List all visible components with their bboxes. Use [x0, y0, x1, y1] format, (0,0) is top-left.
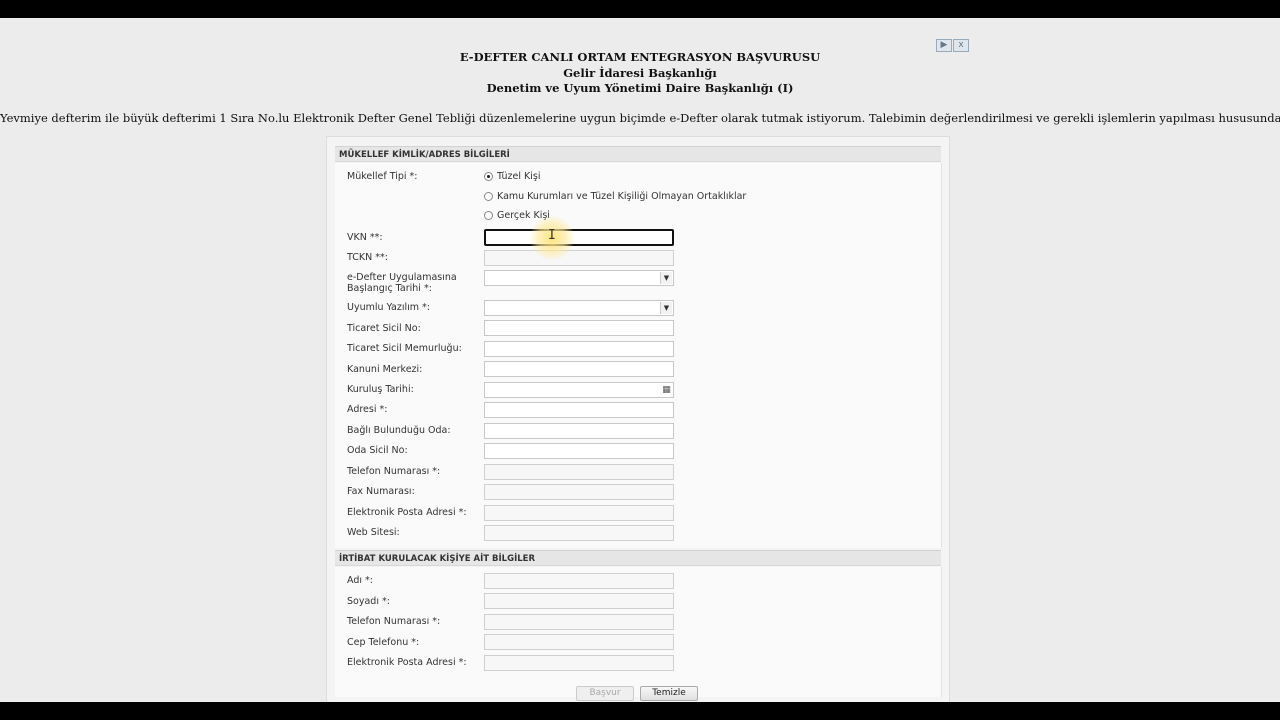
page-header: E-DEFTER CANLI ORTAM ENTEGRASYON BAŞVURU… — [0, 50, 1280, 97]
contact-name-label: Adı *: — [347, 575, 373, 586]
chevron-down-icon: ▼ — [660, 272, 672, 284]
apply-button[interactable]: Başvur — [576, 686, 634, 701]
website-input[interactable] — [484, 525, 674, 541]
vkn-label: VKN **: — [347, 232, 383, 243]
institution-name: Gelir İdaresi Başkanlığı — [563, 65, 717, 80]
phone-input[interactable] — [484, 464, 674, 480]
calendar-icon[interactable]: ▦ — [661, 384, 672, 396]
vkn-input[interactable] — [484, 229, 674, 246]
section-title-taxpayer: MÜKELLEF KİMLİK/ADRES BİLGİLERİ — [335, 146, 941, 162]
phone-label: Telefon Numarası *: — [347, 466, 441, 477]
application-form: MÜKELLEF KİMLİK/ADRES BİLGİLERİ Mükellef… — [326, 136, 950, 702]
start-date-label: e-Defter Uygulamasına Başlangıç Tarihi *… — [347, 272, 457, 294]
address-label: Adresi *: — [347, 404, 388, 415]
radio-unselected-icon — [484, 211, 493, 220]
start-date-select[interactable]: ▼ — [484, 270, 674, 286]
contact-phone-label: Telefon Numarası *: — [347, 616, 441, 627]
fax-input[interactable] — [484, 484, 674, 500]
contact-email-label: Elektronik Posta Adresi *: — [347, 657, 467, 668]
contact-surname-input[interactable] — [484, 593, 674, 609]
contact-phone-input[interactable] — [484, 614, 674, 630]
department-name: Denetim ve Uyum Yönetimi Daire Başkanlığ… — [486, 81, 794, 95]
email-label: Elektronik Posta Adresi *: — [347, 507, 467, 518]
cropped-top-link-row — [40, 18, 270, 22]
section-title-contact: İRTİBAT KURULACAK KİŞİYE AİT BİLGİLER — [335, 550, 941, 566]
chamber-label: Bağlı Bulunduğu Oda: — [347, 425, 451, 436]
software-label: Uyumlu Yazılım *: — [347, 302, 430, 313]
radio-gercek-kisi[interactable]: Gerçek Kişi — [484, 210, 550, 221]
legal-center-label: Kanuni Merkezi: — [347, 364, 423, 375]
contact-mobile-input[interactable] — [484, 634, 674, 650]
trade-registry-office-label: Ticaret Sicil Memurluğu: — [347, 343, 462, 354]
legal-center-input[interactable] — [484, 361, 674, 377]
tckn-label: TCKN **: — [347, 252, 388, 263]
address-input[interactable] — [484, 402, 674, 418]
intro-statement: Yevmiye defterim ile büyük defterimi 1 S… — [0, 111, 1280, 125]
radio-selected-icon — [484, 172, 493, 181]
contact-surname-label: Soyadı *: — [347, 596, 390, 607]
taxpayer-type-label: Mükellef Tipi *: — [347, 171, 418, 182]
chamber-registry-label: Oda Sicil No: — [347, 445, 408, 456]
trade-registry-office-input[interactable] — [484, 341, 674, 357]
trade-registry-no-input[interactable] — [484, 320, 674, 336]
website-label: Web Sitesi: — [347, 527, 400, 538]
clear-button[interactable]: Temizle — [640, 686, 698, 701]
radio-kamu-kurumlari[interactable]: Kamu Kurumları ve Tüzel Kişiliği Olmayan… — [484, 191, 746, 202]
software-select[interactable]: ▼ — [484, 300, 674, 316]
section-contact-body: Adı *: Soyadı *: Telefon Numarası *: Cep… — [335, 567, 942, 697]
section-taxpayer-body: Mükellef Tipi *: Tüzel Kişi Kamu Kurumla… — [335, 163, 942, 548]
trade-registry-no-label: Ticaret Sicil No: — [347, 323, 421, 334]
chamber-registry-input[interactable] — [484, 443, 674, 459]
tckn-input[interactable] — [484, 250, 674, 266]
contact-email-input[interactable] — [484, 655, 674, 671]
founding-date-input[interactable]: ▦ — [484, 382, 674, 398]
chamber-input[interactable] — [484, 423, 674, 439]
founding-date-label: Kuruluş Tarihi: — [347, 384, 414, 395]
fax-label: Fax Numarası: — [347, 486, 415, 497]
contact-name-input[interactable] — [484, 573, 674, 589]
contact-mobile-label: Cep Telefonu *: — [347, 637, 420, 648]
browser-viewport: ▶ x E-DEFTER CANLI ORTAM ENTEGRASYON BAŞ… — [0, 18, 1280, 702]
page-title: E-DEFTER CANLI ORTAM ENTEGRASYON BAŞVURU… — [459, 50, 821, 64]
email-input[interactable] — [484, 505, 674, 521]
radio-unselected-icon — [484, 192, 493, 201]
radio-tuzel-kisi[interactable]: Tüzel Kişi — [484, 171, 540, 182]
chevron-down-icon: ▼ — [660, 302, 672, 314]
